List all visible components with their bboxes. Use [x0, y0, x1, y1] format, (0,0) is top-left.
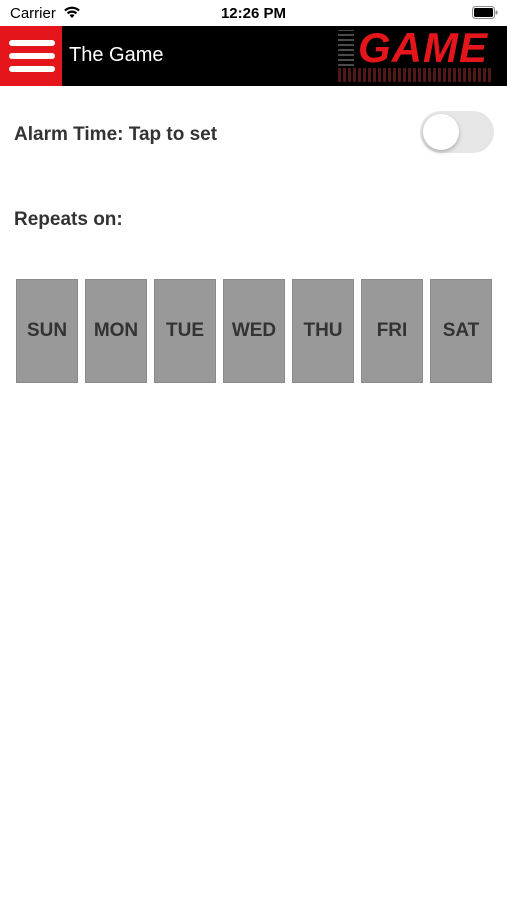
status-bar: Carrier 12:26 PM — [0, 0, 507, 26]
logo-tagline-graphic — [338, 68, 492, 82]
day-button-thu[interactable]: THU — [292, 279, 354, 383]
alarm-toggle[interactable] — [420, 111, 494, 153]
menu-bar-line — [9, 40, 55, 46]
nav-title: The Game — [69, 44, 164, 66]
the-game-logo: GAME — [336, 26, 496, 86]
day-button-sun[interactable]: SUN — [16, 279, 78, 383]
day-button-sat[interactable]: SAT — [430, 279, 492, 383]
day-button-fri[interactable]: FRI — [361, 279, 423, 383]
menu-bar-line — [9, 53, 55, 59]
day-button-tue[interactable]: TUE — [154, 279, 216, 383]
toggle-knob — [423, 114, 459, 150]
alarm-time-label[interactable]: Alarm Time: Tap to set — [14, 124, 217, 146]
battery-icon — [472, 6, 498, 19]
menu-bar-line — [9, 66, 55, 72]
repeats-on-label: Repeats on: — [14, 209, 123, 230]
day-button-wed[interactable]: WED — [223, 279, 285, 383]
day-selector: SUN MON TUE WED THU FRI SAT — [16, 279, 492, 383]
nav-bar: The Game GAME — [0, 26, 507, 86]
logo-side-graphic — [338, 30, 354, 66]
status-time: 12:26 PM — [220, 5, 287, 22]
day-button-mon[interactable]: MON — [85, 279, 147, 383]
hamburger-menu-button[interactable] — [0, 26, 62, 86]
logo-wordmark: GAME — [358, 26, 488, 71]
